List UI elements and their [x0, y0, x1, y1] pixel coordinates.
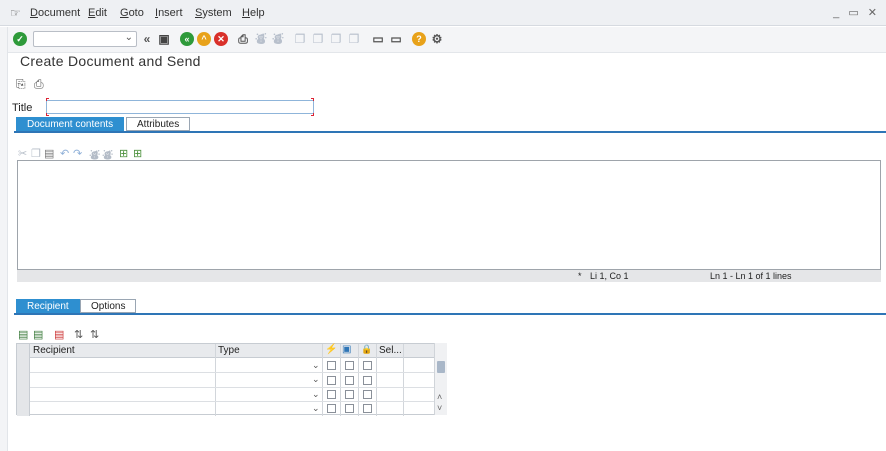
column-divider: [376, 344, 377, 416]
copy-checkbox[interactable]: [345, 361, 354, 370]
column-divider: [340, 344, 341, 416]
window-edge: [0, 27, 8, 451]
chevron-down-icon[interactable]: ⌄: [312, 403, 320, 414]
lock-checkbox[interactable]: [363, 404, 372, 413]
column-divider: [215, 344, 216, 416]
required-marker: [311, 113, 314, 116]
menu-system[interactable]: System: [195, 7, 232, 19]
title-input[interactable]: [46, 100, 314, 114]
back-green-icon[interactable]: «: [180, 32, 194, 46]
scroll-down-icon[interactable]: ˅: [437, 403, 442, 413]
tab-attributes[interactable]: Attributes: [126, 117, 191, 131]
column-header-recipient[interactable]: Recipient: [33, 345, 75, 356]
scroll-up-icon[interactable]: ˄: [437, 392, 442, 402]
required-marker: [46, 98, 49, 101]
load-local-file-icon[interactable]: ⊞: [119, 147, 128, 160]
lock-checkbox[interactable]: [363, 361, 372, 370]
delete-row-icon[interactable]: ▤: [54, 328, 64, 341]
help-icon[interactable]: ?: [412, 32, 426, 46]
first-page-icon: ❐: [294, 32, 306, 46]
menu-bar: ☞ Document Edit Goto Insert System Help …: [0, 0, 886, 26]
column-header-selection[interactable]: Sel...: [379, 345, 402, 356]
table-scrollbar[interactable]: ˄ ˅: [434, 343, 447, 415]
express-icon: ⚡: [325, 344, 338, 355]
express-checkbox[interactable]: [327, 390, 336, 399]
lock-checkbox[interactable]: [363, 390, 372, 399]
column-header-type[interactable]: Type: [218, 345, 240, 356]
enter-icon[interactable]: ✓: [13, 32, 27, 46]
app-toolbar-icon-2[interactable]: ⎙: [34, 77, 44, 92]
find-icon: ⛇: [254, 32, 267, 46]
express-checkbox[interactable]: [327, 404, 336, 413]
append-row-icon[interactable]: ▤: [33, 328, 43, 341]
command-field[interactable]: ⌄: [33, 31, 137, 47]
column-divider: [322, 344, 323, 416]
text-editor[interactable]: [17, 160, 881, 270]
insert-row-icon[interactable]: ▤: [18, 328, 28, 341]
find-next-icon: ⛇: [271, 32, 284, 46]
back-icon[interactable]: «: [140, 32, 154, 46]
sort-descending-icon[interactable]: ⇅: [90, 328, 99, 341]
column-divider: [403, 344, 404, 416]
save-icon[interactable]: ▣: [157, 32, 171, 46]
page-title: Create Document and Send: [20, 53, 201, 69]
copy-checkbox[interactable]: [345, 376, 354, 385]
required-marker: [46, 113, 49, 116]
window-controls[interactable]: _ ▭ ✕: [833, 6, 880, 19]
new-session-icon[interactable]: ▭: [371, 32, 385, 46]
menu-goto[interactable]: Goto: [120, 7, 144, 19]
recipient-table: Recipient Type ⚡ ▣ 🔒 Sel... ⌄ ⌄ ⌄ ⌄: [16, 343, 447, 416]
chevron-down-icon[interactable]: ⌄: [312, 360, 320, 371]
line-info: Ln 1 - Ln 1 of 1 lines: [710, 271, 792, 281]
row-selector-column[interactable]: [17, 344, 30, 416]
tab-document-contents[interactable]: Document contents: [16, 117, 125, 131]
menu-help[interactable]: Help: [242, 7, 265, 19]
lock-checkbox[interactable]: [363, 376, 372, 385]
tab-recipient[interactable]: Recipient: [16, 299, 80, 313]
shortcut-icon[interactable]: ▭: [389, 32, 403, 46]
status-mark: *: [578, 271, 582, 281]
menu-list-icon[interactable]: ☞: [10, 6, 21, 20]
prev-page-icon: ❐: [312, 32, 324, 46]
chevron-down-icon[interactable]: ⌄: [312, 374, 320, 385]
tab-options[interactable]: Options: [80, 299, 137, 313]
express-checkbox[interactable]: [327, 361, 336, 370]
row-divider: [30, 372, 435, 373]
sort-ascending-icon[interactable]: ⇅: [74, 328, 83, 341]
row-divider: [30, 387, 435, 388]
system-toolbar: ✓ ⌄ « ▣ « ^ ✕ ⎙ ⛇ ⛇ ❐ ❐ ❐ ❐ ▭ ▭ ? ⚙: [0, 27, 886, 53]
menu-insert[interactable]: Insert: [155, 7, 183, 19]
chevron-down-icon[interactable]: ⌄: [125, 32, 133, 43]
copy-icon: ▣: [342, 344, 352, 355]
title-label: Title: [12, 102, 33, 114]
express-checkbox[interactable]: [327, 376, 336, 385]
chevron-down-icon[interactable]: ⌄: [312, 389, 320, 400]
cancel-icon[interactable]: ✕: [214, 32, 228, 46]
tab-strip-line: [14, 131, 886, 133]
copy-checkbox[interactable]: [345, 404, 354, 413]
settings-icon[interactable]: ⚙: [430, 32, 444, 46]
editor-status-bar: * Li 1, Co 1 Ln 1 - Ln 1 of 1 lines: [17, 270, 881, 282]
last-page-icon: ❐: [348, 32, 360, 46]
cut-icon: ✂: [18, 148, 28, 160]
exit-icon[interactable]: ^: [197, 32, 211, 46]
column-divider: [358, 344, 359, 416]
copy-icon: ❐: [31, 148, 41, 160]
copy-checkbox[interactable]: [345, 390, 354, 399]
required-marker: [311, 98, 314, 101]
undo-icon: ↶: [60, 148, 70, 160]
tab-strip-line: [14, 313, 886, 315]
redo-icon: ↷: [73, 148, 83, 160]
menu-document[interactable]: Document: [30, 7, 80, 19]
row-divider: [30, 401, 435, 402]
lock-icon: 🔒: [361, 344, 373, 354]
scrollbar-thumb[interactable]: [437, 361, 445, 373]
paste-icon[interactable]: ▤: [44, 147, 54, 160]
save-local-file-icon[interactable]: ⊞: [133, 147, 142, 160]
app-toolbar-icon-1[interactable]: ⎘: [16, 77, 26, 92]
next-page-icon: ❐: [330, 32, 342, 46]
cursor-position: Li 1, Co 1: [590, 271, 629, 281]
print-icon[interactable]: ⎙: [236, 32, 250, 46]
menu-edit[interactable]: Edit: [88, 7, 107, 19]
